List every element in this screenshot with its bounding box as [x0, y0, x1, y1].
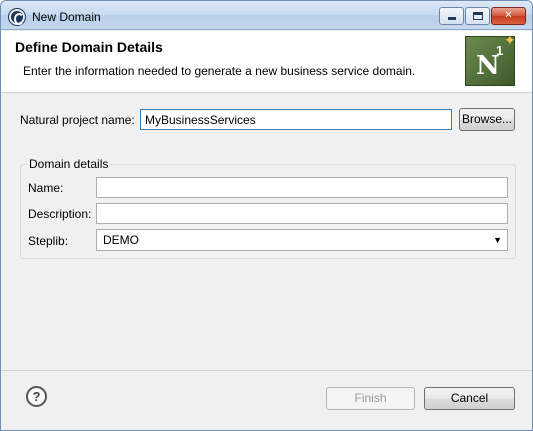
maximize-icon	[472, 12, 483, 20]
wizard-header: Define Domain Details Enter the informat…	[1, 31, 532, 93]
title-bar[interactable]: New Domain ✕	[1, 1, 532, 30]
description-label: Description:	[28, 207, 92, 221]
steplib-value: DEMO	[103, 233, 139, 247]
browse-button[interactable]: Browse...	[459, 108, 515, 131]
footer-divider	[1, 370, 532, 371]
finish-button[interactable]: Finish	[326, 387, 415, 410]
steplib-label: Steplib:	[28, 234, 69, 248]
window-title: New Domain	[32, 10, 101, 24]
cancel-button[interactable]: Cancel	[424, 387, 515, 410]
maximize-button[interactable]	[465, 7, 490, 25]
name-input[interactable]	[96, 177, 508, 198]
eclipse-app-icon	[9, 9, 25, 25]
close-icon: ✕	[504, 10, 513, 21]
minimize-button[interactable]	[439, 7, 464, 25]
name-label: Name:	[28, 181, 64, 195]
new-domain-dialog: New Domain ✕ Define Domain Details Enter…	[0, 0, 533, 431]
steplib-select[interactable]: DEMO ▼	[96, 229, 508, 251]
page-description: Enter the information needed to generate…	[23, 64, 416, 78]
close-button[interactable]: ✕	[491, 7, 526, 25]
natural-one-logo: N 1 ✦	[465, 32, 516, 86]
project-name-input[interactable]	[140, 109, 452, 130]
page-title: Define Domain Details	[15, 39, 163, 55]
help-icon[interactable]: ?	[26, 386, 47, 407]
logo-superscript: 1	[496, 43, 504, 58]
domain-details-title: Domain details	[27, 157, 111, 171]
project-name-label: Natural project name:	[20, 113, 135, 127]
description-input[interactable]	[96, 203, 508, 224]
star-icon: ✦	[504, 32, 516, 48]
minimize-icon	[447, 17, 456, 20]
chevron-down-icon[interactable]: ▼	[493, 230, 502, 250]
